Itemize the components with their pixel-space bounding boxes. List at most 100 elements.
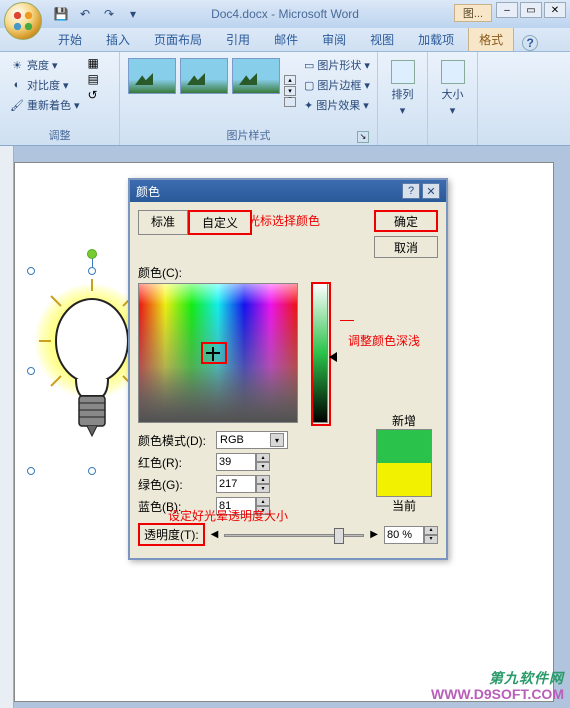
dropdown-icon[interactable]: ▾ — [270, 433, 284, 447]
transparency-label: 透明度(T): — [138, 523, 205, 546]
picture-shape-button[interactable]: ▭图片形状 ▾ — [300, 56, 374, 74]
size-icon — [441, 60, 465, 84]
shape-icon: ▭ — [304, 59, 314, 72]
tab-format[interactable]: 格式 — [468, 27, 514, 51]
picture-styles-gallery[interactable]: ▴ ▾ ‾ — [126, 56, 296, 125]
contrast-button[interactable]: ◐对比度 ▾ — [6, 76, 84, 94]
office-button[interactable] — [4, 2, 42, 40]
luminance-arrow-icon[interactable] — [329, 352, 337, 362]
context-tab-label: 图... — [454, 4, 492, 22]
recolor-icon: 🖌 — [10, 98, 24, 112]
style-thumb[interactable] — [128, 58, 176, 94]
spin-up-icon[interactable]: ▴ — [256, 475, 270, 484]
resize-handle[interactable] — [27, 467, 35, 475]
tab-home[interactable]: 开始 — [48, 28, 92, 51]
red-label: 红色(R): — [138, 454, 210, 471]
tab-view[interactable]: 视图 — [360, 28, 404, 51]
tab-addins[interactable]: 加载项 — [408, 28, 464, 51]
brightness-button[interactable]: ☀亮度 ▾ — [6, 56, 84, 74]
qat-more-icon[interactable]: ▾ — [124, 5, 142, 23]
restore-button[interactable]: ▭ — [520, 2, 542, 18]
new-label: 新增 — [376, 412, 432, 429]
rotate-handle[interactable] — [87, 249, 97, 259]
tab-standard[interactable]: 标准 — [138, 210, 188, 235]
change-pic-icon[interactable]: ▤ — [88, 72, 99, 86]
contrast-icon: ◐ — [10, 78, 24, 92]
color-dialog: 颜色 ? ✕ 标准 自定义 确定 取消 光标选择颜色 颜色(C): — [128, 178, 448, 560]
ok-button[interactable]: 确定 — [374, 210, 438, 232]
tab-layout[interactable]: 页面布局 — [144, 28, 212, 51]
gallery-up-icon[interactable]: ▴ — [284, 75, 296, 85]
dialog-close-button[interactable]: ✕ — [422, 183, 440, 199]
effects-icon: ✦ — [304, 99, 313, 112]
dialog-titlebar[interactable]: 颜色 ? ✕ — [130, 180, 446, 202]
preview-current-color — [377, 463, 431, 496]
title-bar: 💾 ↶ ↷ ▾ Doc4.docx - Microsoft Word 图... … — [0, 0, 570, 28]
tab-insert[interactable]: 插入 — [96, 28, 140, 51]
color-label: 颜色(C): — [138, 264, 438, 281]
mode-label: 颜色模式(D): — [138, 432, 210, 449]
tab-review[interactable]: 审阅 — [312, 28, 356, 51]
quick-access-toolbar: 💾 ↶ ↷ ▾ — [52, 5, 142, 23]
help-button[interactable]: ? — [522, 35, 538, 51]
color-preview: 新增 当前 — [376, 412, 432, 514]
slider-left-icon[interactable]: ◀ — [211, 529, 219, 540]
spin-down-icon[interactable]: ▾ — [256, 484, 270, 493]
arrange-icon — [391, 60, 415, 84]
arrange-button[interactable]: 排列▾ — [384, 56, 421, 121]
spin-up-icon[interactable]: ▴ — [256, 497, 270, 506]
color-spectrum[interactable] — [138, 283, 298, 423]
spin-down-icon[interactable]: ▾ — [256, 462, 270, 471]
size-button[interactable]: 大小▾ — [434, 56, 471, 121]
vertical-ruler[interactable] — [0, 146, 14, 708]
style-thumb[interactable] — [232, 58, 280, 94]
tab-references[interactable]: 引用 — [216, 28, 260, 51]
ribbon: ☀亮度 ▾ ◐对比度 ▾ 🖌重新着色 ▾ ▦ ▤ ↺ 调整 ▴ ▾ ‾ — [0, 52, 570, 146]
spin-up-icon[interactable]: ▴ — [256, 453, 270, 462]
group-styles-label: 图片样式 — [227, 125, 271, 143]
compress-icon[interactable]: ▦ — [88, 56, 99, 70]
brightness-icon: ☀ — [10, 58, 24, 72]
slider-right-icon[interactable]: ▶ — [370, 529, 378, 540]
ribbon-tabs: 开始 插入 页面布局 引用 邮件 审阅 视图 加载项 格式 ? — [0, 28, 570, 52]
tab-mail[interactable]: 邮件 — [264, 28, 308, 51]
resize-handle[interactable] — [88, 467, 96, 475]
style-thumb[interactable] — [180, 58, 228, 94]
close-button[interactable]: ✕ — [544, 2, 566, 18]
annotation-trans: 设定好光晕透明度大小 — [168, 507, 288, 524]
save-icon[interactable]: 💾 — [52, 5, 70, 23]
transparency-input[interactable] — [384, 526, 424, 544]
green-input[interactable] — [216, 475, 256, 493]
tab-custom[interactable]: 自定义 — [188, 210, 252, 235]
green-label: 绿色(G): — [138, 476, 210, 493]
red-input[interactable] — [216, 453, 256, 471]
resize-handle[interactable] — [88, 267, 96, 275]
recolor-button[interactable]: 🖌重新着色 ▾ — [6, 96, 84, 114]
group-adjust-label: 调整 — [6, 125, 113, 143]
cancel-button[interactable]: 取消 — [374, 236, 438, 258]
transparency-slider[interactable] — [224, 526, 364, 544]
border-icon: ▢ — [304, 79, 314, 92]
resize-handle[interactable] — [27, 367, 35, 375]
annotation-lum-box — [311, 282, 331, 426]
dialog-title: 颜色 — [136, 183, 160, 200]
annotation-line — [340, 320, 354, 321]
minimize-button[interactable]: – — [496, 2, 518, 18]
annotation-cursor: 光标选择颜色 — [248, 212, 320, 229]
undo-icon[interactable]: ↶ — [76, 5, 94, 23]
luminance-bar[interactable] — [312, 283, 328, 423]
spin-up-icon[interactable]: ▴ — [424, 526, 438, 535]
color-mode-combo[interactable]: RGB ▾ — [216, 431, 288, 449]
dialog-help-button[interactable]: ? — [402, 183, 420, 199]
annotation-lum: 调整颜色深浅 — [348, 332, 420, 349]
styles-launcher-icon[interactable]: ↘ — [357, 131, 369, 143]
picture-effects-button[interactable]: ✦图片效果 ▾ — [300, 96, 374, 114]
redo-icon[interactable]: ↷ — [100, 5, 118, 23]
spectrum-cursor[interactable] — [201, 342, 227, 364]
gallery-more-icon[interactable]: ‾ — [284, 97, 296, 107]
reset-pic-icon[interactable]: ↺ — [88, 88, 99, 102]
spin-down-icon[interactable]: ▾ — [424, 535, 438, 544]
resize-handle[interactable] — [27, 267, 35, 275]
gallery-down-icon[interactable]: ▾ — [284, 86, 296, 96]
picture-border-button[interactable]: ▢图片边框 ▾ — [300, 76, 374, 94]
